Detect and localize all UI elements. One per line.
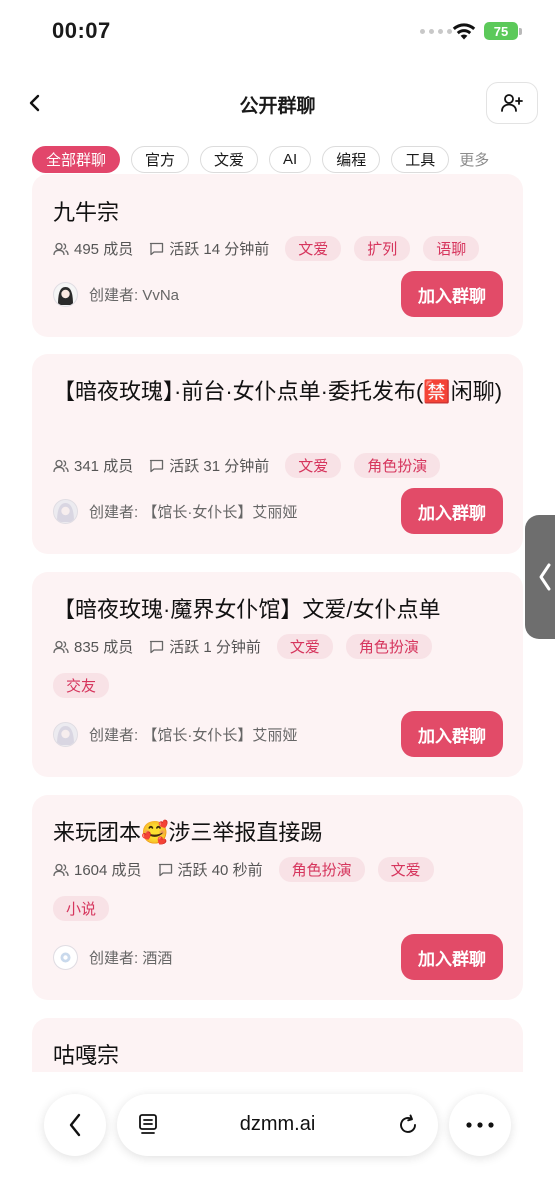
join-group-button[interactable]: 加入群聊	[401, 271, 503, 317]
member-count: 1604 成员	[53, 857, 142, 882]
members-icon	[53, 459, 69, 472]
avatar	[53, 499, 78, 524]
wifi-icon	[452, 23, 476, 40]
browser-toolbar: dzmm.ai	[0, 1094, 555, 1156]
avatar	[53, 945, 78, 970]
tag: 文爱	[285, 453, 342, 478]
status-bar: 00:07 75	[0, 0, 555, 62]
group-meta: 341 成员 活跃 31 分钟前 文爱 角色扮演	[53, 453, 493, 478]
battery-indicator: 75	[484, 22, 518, 40]
url-text: dzmm.ai	[239, 1113, 316, 1135]
activity-time: 活跃 31 分钟前	[149, 453, 269, 478]
page-title: 公开群聊	[239, 96, 316, 117]
group-list: 九牛宗 495 成员 活跃 14 分钟前 文爱 扩列 语聊 创建者: VvNa …	[0, 172, 555, 1072]
member-count-label: 495 成员	[74, 241, 134, 258]
activity-label: 活跃 31 分钟前	[169, 458, 270, 475]
side-drawer-handle[interactable]	[525, 515, 555, 639]
chevron-left-icon	[69, 1113, 81, 1137]
member-count-label: 835 成员	[74, 639, 134, 656]
activity-time: 活跃 40 秒前	[158, 857, 263, 882]
tag: 角色扮演	[345, 634, 432, 659]
more-filters-link[interactable]: 更多	[459, 149, 489, 170]
chat-bubble-icon	[150, 640, 164, 653]
member-count: 341 成员	[53, 453, 133, 478]
activity-label: 活跃 14 分钟前	[169, 241, 270, 258]
join-group-button[interactable]: 加入群聊	[401, 711, 503, 757]
avatar	[53, 282, 78, 307]
status-time: 00:07	[52, 18, 111, 43]
reload-icon[interactable]	[396, 1113, 420, 1137]
chip-wenai[interactable]: 文爱	[200, 145, 259, 173]
members-icon	[53, 863, 69, 876]
more-dots-icon	[466, 1122, 494, 1128]
activity-label: 活跃 40 秒前	[177, 862, 263, 879]
chip-official[interactable]: 官方	[131, 145, 190, 173]
tag: 文爱	[377, 857, 434, 882]
creator-row: 创建者: 【馆长·女仆长】艾丽娅	[53, 722, 297, 747]
group-meta: 835 成员 活跃 1 分钟前 文爱 角色扮演 交友	[53, 634, 493, 698]
signal-dots-icon	[420, 29, 452, 34]
join-group-button[interactable]: 加入群聊	[401, 934, 503, 980]
tag: 文爱	[276, 634, 333, 659]
group-title: 【暗夜玫瑰】·前台·女仆点单·委托发布(🈲闲聊)	[53, 379, 503, 404]
tag: 小说	[53, 896, 110, 921]
creator-label: 创建者: 【馆长·女仆长】艾丽娅	[89, 504, 298, 521]
creator-label: 创建者: 酒酒	[89, 950, 173, 967]
group-card[interactable]: 【暗夜玫瑰·魔界女仆馆】文爱/女仆点单 835 成员 活跃 1 分钟前 文爱 角…	[32, 572, 523, 777]
more-options-button[interactable]	[449, 1094, 511, 1156]
nav-header: 公开群聊	[0, 80, 555, 126]
creator-label: 创建者: VvNa	[89, 287, 180, 304]
creator-label: 创建者: 【馆长·女仆长】艾丽娅	[89, 727, 298, 744]
group-card[interactable]: 【暗夜玫瑰】·前台·女仆点单·委托发布(🈲闲聊) 341 成员 活跃 31 分钟…	[32, 354, 523, 554]
tag: 交友	[53, 673, 110, 698]
member-count: 835 成员	[53, 634, 133, 659]
activity-time: 活跃 14 分钟前	[149, 236, 269, 261]
add-user-button[interactable]	[486, 82, 538, 124]
creator-row: 创建者: VvNa	[53, 282, 179, 307]
activity-label: 活跃 1 分钟前	[169, 639, 261, 656]
member-count-label: 341 成员	[74, 458, 134, 475]
group-meta: 1604 成员 活跃 40 秒前 角色扮演 文爱 小说	[53, 857, 493, 921]
members-icon	[53, 640, 69, 653]
group-title: 来玩团本🥰涉三举报直接踢	[53, 820, 323, 845]
chevron-left-icon	[539, 563, 551, 591]
chat-bubble-icon	[158, 863, 172, 876]
chip-programming[interactable]: 编程	[322, 145, 381, 173]
group-title: 咕嘎宗	[53, 1043, 120, 1068]
tag: 角色扮演	[278, 857, 365, 882]
chip-tools[interactable]: 工具	[391, 145, 450, 173]
tag: 文爱	[285, 236, 342, 261]
tag: 语聊	[423, 236, 480, 261]
creator-row: 创建者: 酒酒	[53, 945, 172, 970]
activity-time: 活跃 1 分钟前	[149, 634, 261, 659]
tag: 扩列	[354, 236, 411, 261]
chip-ai[interactable]: AI	[269, 145, 312, 173]
tag: 角色扮演	[354, 453, 441, 478]
chat-bubble-icon	[150, 459, 164, 472]
group-title: 【暗夜玫瑰·魔界女仆馆】文爱/女仆点单	[53, 597, 441, 622]
members-icon	[53, 242, 69, 255]
avatar	[53, 722, 78, 747]
group-card[interactable]: 来玩团本🥰涉三举报直接踢 1604 成员 活跃 40 秒前 角色扮演 文爱 小说…	[32, 795, 523, 1000]
group-card[interactable]: 九牛宗 495 成员 活跃 14 分钟前 文爱 扩列 语聊 创建者: VvNa …	[32, 174, 523, 337]
battery-tip	[519, 28, 522, 35]
chat-bubble-icon	[150, 242, 164, 255]
chip-all-groups[interactable]: 全部群聊	[32, 145, 121, 173]
join-group-button[interactable]: 加入群聊	[401, 488, 503, 534]
group-card[interactable]: 咕嘎宗	[32, 1018, 523, 1072]
member-count: 495 成员	[53, 236, 133, 261]
add-user-icon	[501, 94, 523, 112]
creator-row: 创建者: 【馆长·女仆长】艾丽娅	[53, 499, 297, 524]
address-bar[interactable]: dzmm.ai	[117, 1094, 438, 1156]
member-count-label: 1604 成员	[74, 862, 142, 879]
browser-back-button[interactable]	[44, 1094, 106, 1156]
filter-chips: 全部群聊 官方 文爱 AI 编程 工具 更多	[32, 145, 489, 173]
group-title: 九牛宗	[53, 200, 120, 225]
group-meta: 495 成员 活跃 14 分钟前 文爱 扩列 语聊	[53, 236, 493, 261]
